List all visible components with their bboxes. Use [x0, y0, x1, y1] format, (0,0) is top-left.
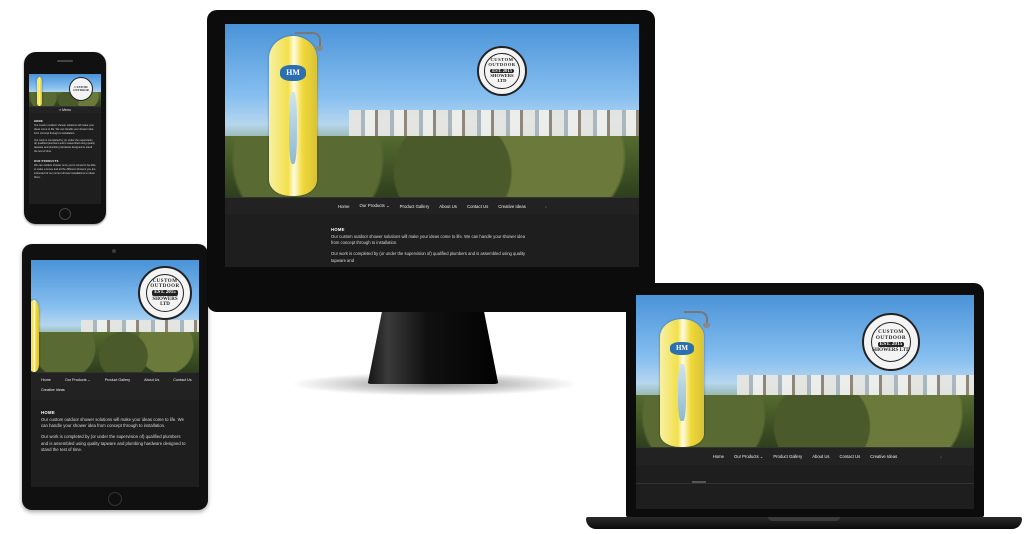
- phone-device: CUSTOM OUTDOOR ≡ Menu HOME Our custom ou…: [24, 52, 106, 224]
- tablet-content: HOME Our custom outdoor shower solutions…: [41, 410, 187, 454]
- logo-est: EST. 2015: [152, 290, 178, 296]
- nav-our-products[interactable]: Our Products ⌄: [65, 378, 91, 382]
- hero-image: CUSTOM OUTDOOR EST. 2015 SHOWERS LTD: [31, 260, 199, 372]
- nav-contact-us[interactable]: Contact Us: [839, 454, 860, 459]
- scroll-down-icon[interactable]: ↓: [187, 378, 189, 382]
- nav-about-us[interactable]: About Us: [144, 378, 159, 382]
- monitor-screen: HM CUSTOM OUTDOOR EST. 2015 SHOWERS LTD …: [225, 24, 639, 267]
- logo-text-bottom: SHOWERS LTD: [490, 73, 514, 84]
- nav-home[interactable]: Home: [41, 378, 51, 382]
- mobile-menu-bar[interactable]: ≡ Menu: [29, 106, 101, 113]
- nav-our-products-label: Our Products: [359, 203, 385, 208]
- surfboard-shower-image: [37, 77, 42, 106]
- intro-paragraph: Our custom outdoor shower solutions will…: [331, 233, 526, 246]
- site-logo[interactable]: CUSTOM OUTDOOR EST. 2015 SHOWERS LTD: [862, 313, 920, 371]
- chevron-down-icon: ⌄: [759, 454, 764, 459]
- quality-paragraph: Our work is completed by (or under the s…: [331, 251, 526, 263]
- logo-text-top: CUSTOM OUTDOOR: [875, 329, 907, 341]
- surfboard-shower-image: HM: [660, 319, 704, 447]
- nav-our-products[interactable]: Our Products ⌄: [360, 203, 390, 209]
- hero-image: HM CUSTOM OUTDOOR EST. 2015 SHOWERS LTD: [636, 295, 974, 447]
- nav-product-gallery[interactable]: Product Gallery: [773, 454, 802, 459]
- logo-text-top: CUSTOM OUTDOOR: [488, 56, 516, 67]
- monitor-content: HOME Our custom outdoor shower solutions…: [331, 227, 531, 265]
- home-heading: HOME: [41, 410, 56, 415]
- nav-home[interactable]: Home: [713, 454, 724, 459]
- board-stripe: [678, 363, 686, 422]
- scroll-down-icon[interactable]: ↓: [940, 454, 942, 459]
- site-logo[interactable]: CUSTOM OUTDOOR: [69, 77, 93, 101]
- products-paragraph: We can outdoor shower once you're turned…: [34, 164, 96, 179]
- nav-creative-ideas[interactable]: Creative Ideas: [41, 388, 199, 392]
- phone-home-button: [59, 208, 71, 220]
- phone-speaker: [57, 60, 73, 62]
- nav-our-products-label: Our Products: [734, 454, 759, 459]
- home-heading: HOME: [331, 227, 345, 232]
- hero-image: HM CUSTOM OUTDOOR EST. 2015 SHOWERS LTD: [225, 24, 639, 197]
- shower-head: [703, 323, 710, 328]
- phone-content: HOME Our custom outdoor shower solutions…: [34, 120, 96, 180]
- tablet-camera: [112, 249, 116, 253]
- logo-text-top: CUSTOM OUTDOOR: [150, 278, 180, 290]
- trees-graphic: [31, 332, 199, 372]
- tablet-screen: CUSTOM OUTDOOR EST. 2015 SHOWERS LTD Hom…: [31, 260, 199, 487]
- content-divider: [636, 483, 974, 484]
- logo-text-top: CUSTOM OUTDOOR: [73, 84, 89, 92]
- mobile-menu-button[interactable]: ≡ Menu: [59, 108, 71, 112]
- intro-paragraph: Our custom outdoor shower solutions will…: [34, 123, 95, 135]
- logo-text-bottom: SHOWERS LTD: [152, 296, 178, 307]
- quality-paragraph: Our work is completed by (or under the s…: [41, 433, 186, 453]
- nav-product-gallery[interactable]: Product Gallery: [400, 204, 430, 209]
- chevron-down-icon: ⌄: [386, 203, 390, 208]
- hero-image: CUSTOM OUTDOOR: [29, 74, 101, 106]
- laptop-screen: HM CUSTOM OUTDOOR EST. 2015 SHOWERS LTD …: [636, 295, 974, 509]
- content-marker: [692, 481, 706, 483]
- desktop-monitor: HM CUSTOM OUTDOOR EST. 2015 SHOWERS LTD …: [207, 10, 655, 312]
- shower-head: [316, 46, 323, 51]
- scroll-down-icon[interactable]: ↓: [545, 204, 547, 209]
- nav-our-products[interactable]: Our Products ⌄: [734, 454, 763, 459]
- nav-about-us[interactable]: About Us: [812, 454, 829, 459]
- surfboard-shower-image: HM: [269, 36, 317, 196]
- board-logo: HM: [279, 64, 307, 81]
- laptop-device: HM CUSTOM OUTDOOR EST. 2015 SHOWERS LTD …: [626, 283, 984, 517]
- tablet-device: CUSTOM OUTDOOR EST. 2015 SHOWERS LTD Hom…: [22, 244, 208, 510]
- nav-about-us[interactable]: About Us: [439, 204, 457, 209]
- site-logo[interactable]: CUSTOM OUTDOOR EST. 2015 SHOWERS LTD: [477, 46, 527, 96]
- nav-home[interactable]: Home: [338, 204, 349, 209]
- phone-screen: CUSTOM OUTDOOR ≡ Menu HOME Our custom ou…: [29, 74, 101, 204]
- nav-creative-ideas[interactable]: Creative Ideas: [870, 454, 897, 459]
- board-stripe: [289, 92, 297, 164]
- chevron-down-icon: ⌄: [87, 378, 91, 382]
- nav-product-gallery[interactable]: Product Gallery: [105, 378, 130, 382]
- main-nav: Home Our Products ⌄ Product Gallery Abou…: [31, 372, 199, 400]
- nav-our-products-label: Our Products: [64, 378, 87, 382]
- nav-contact-us[interactable]: Contact Us: [467, 204, 488, 209]
- board-logo: HM: [669, 342, 695, 355]
- laptop-notch: [768, 517, 840, 521]
- logo-text-bottom: SHOWERS LTD: [872, 347, 910, 354]
- quality-paragraph: Our work is completed by (or under the s…: [34, 138, 95, 154]
- tablet-home-button: [108, 492, 122, 506]
- main-nav: Home Our Products ⌄ Product Gallery Abou…: [636, 447, 974, 465]
- surfboard-shower-image: [31, 300, 39, 372]
- site-logo[interactable]: CUSTOM OUTDOOR EST. 2015 SHOWERS LTD: [138, 266, 192, 320]
- main-nav: Home Our Products ⌄ Product Gallery Abou…: [225, 197, 639, 214]
- monitor-stand: [367, 312, 499, 384]
- intro-paragraph: Our custom outdoor shower solutions will…: [41, 416, 184, 429]
- nav-creative-ideas[interactable]: Creative Ideas: [498, 204, 526, 209]
